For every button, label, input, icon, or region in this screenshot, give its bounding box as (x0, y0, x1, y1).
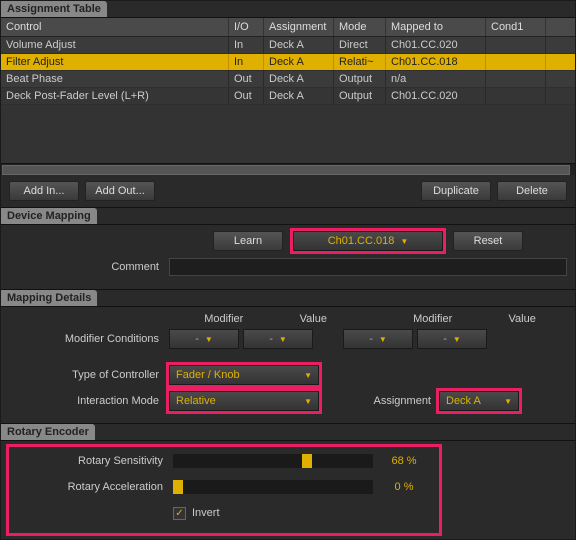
assignment-table-header: Assignment Table (1, 1, 107, 17)
assignment-table: Control I/O Assignment Mode Mapped to Co… (1, 18, 575, 175)
table-empty-area (1, 105, 575, 163)
cell-assignment: Deck A (264, 88, 334, 104)
duplicate-button[interactable]: Duplicate (421, 181, 491, 201)
cell-io: In (229, 37, 264, 53)
cell-control: Filter Adjust (1, 54, 229, 70)
cell-mapped_to: n/a (386, 71, 486, 87)
chevron-down-icon: ▼ (205, 335, 213, 344)
table-row[interactable]: Beat PhaseOutDeck AOutputn/a (1, 71, 575, 88)
cell-io: In (229, 54, 264, 70)
midi-mapping-value: Ch01.CC.018 (328, 235, 395, 247)
cell-cond1 (486, 71, 546, 87)
col-value-1: Value (269, 313, 359, 325)
cell-cond1 (486, 88, 546, 104)
slider-thumb[interactable] (302, 454, 312, 468)
cell-assignment: Deck A (264, 54, 334, 70)
slider-thumb[interactable] (173, 480, 183, 494)
cell-mapped_to: Ch01.CC.018 (386, 54, 486, 70)
modifier-conditions-label: Modifier Conditions (9, 333, 169, 345)
learn-button[interactable]: Learn (213, 231, 283, 251)
cell-mapped_to: Ch01.CC.020 (386, 88, 486, 104)
reset-button[interactable]: Reset (453, 231, 523, 251)
midi-mapping-dropdown[interactable]: Ch01.CC.018 ▼ (293, 231, 443, 251)
col-io[interactable]: I/O (229, 18, 264, 36)
col-modifier-2: Modifier (388, 313, 478, 325)
chevron-down-icon: ▼ (453, 335, 461, 344)
cell-mode: Direct (334, 37, 386, 53)
rotary-acceleration-slider[interactable] (173, 480, 373, 494)
assignment-label: Assignment (359, 395, 439, 407)
scrollbar-thumb[interactable] (2, 165, 570, 175)
comment-input[interactable] (169, 258, 567, 276)
table-row[interactable]: Deck Post-Fader Level (L+R)OutDeck AOutp… (1, 88, 575, 105)
chevron-down-icon: ▼ (279, 335, 287, 344)
modifier2-dropdown[interactable]: -▼ (343, 329, 413, 349)
cell-cond1 (486, 37, 546, 53)
cell-mapped_to: Ch01.CC.020 (386, 37, 486, 53)
cell-io: Out (229, 88, 264, 104)
assignment-dropdown[interactable]: Deck A▼ (439, 391, 519, 411)
cell-mode: Relati~ (334, 54, 386, 70)
horizontal-scrollbar[interactable] (1, 163, 575, 175)
col-control[interactable]: Control (1, 18, 229, 36)
chevron-down-icon: ▼ (304, 371, 312, 380)
rotary-encoder-header: Rotary Encoder (1, 424, 95, 440)
rotary-acceleration-label: Rotary Acceleration (13, 481, 173, 493)
cell-mode: Output (334, 88, 386, 104)
col-assignment[interactable]: Assignment (264, 18, 334, 36)
col-value-2: Value (477, 313, 567, 325)
value2-dropdown[interactable]: -▼ (417, 329, 487, 349)
type-of-controller-label: Type of Controller (9, 369, 169, 381)
comment-label: Comment (9, 261, 169, 273)
rotary-sensitivity-label: Rotary Sensitivity (13, 455, 173, 467)
rotary-acceleration-value: 0 % (379, 480, 429, 494)
cell-cond1 (486, 54, 546, 70)
value1-dropdown[interactable]: -▼ (243, 329, 313, 349)
interaction-mode-dropdown[interactable]: Relative▼ (169, 391, 319, 411)
table-header-row: Control I/O Assignment Mode Mapped to Co… (1, 18, 575, 37)
cell-assignment: Deck A (264, 37, 334, 53)
type-of-controller-dropdown[interactable]: Fader / Knob▼ (169, 365, 319, 385)
table-row[interactable]: Filter AdjustInDeck ARelati~Ch01.CC.018 (1, 54, 575, 71)
invert-checkbox[interactable]: ✓ (173, 507, 186, 520)
invert-label: Invert (192, 507, 220, 519)
chevron-down-icon: ▼ (504, 397, 512, 406)
cell-control: Volume Adjust (1, 37, 229, 53)
delete-button[interactable]: Delete (497, 181, 567, 201)
chevron-down-icon: ▼ (400, 237, 408, 246)
cell-io: Out (229, 71, 264, 87)
cell-assignment: Deck A (264, 71, 334, 87)
add-in-button[interactable]: Add In... (9, 181, 79, 201)
col-modifier-1: Modifier (179, 313, 269, 325)
cell-mode: Output (334, 71, 386, 87)
col-cond1[interactable]: Cond1 (486, 18, 546, 36)
col-mapped-to[interactable]: Mapped to (386, 18, 486, 36)
rotary-sensitivity-value: 68 % (379, 454, 429, 468)
mapping-details-header: Mapping Details (1, 290, 97, 306)
device-mapping-header: Device Mapping (1, 208, 97, 224)
rotary-settings-group: Rotary Sensitivity 68 % Rotary Accelerat… (9, 447, 439, 533)
chevron-down-icon: ▼ (379, 335, 387, 344)
table-row[interactable]: Volume AdjustInDeck ADirectCh01.CC.020 (1, 37, 575, 54)
col-mode[interactable]: Mode (334, 18, 386, 36)
cell-control: Beat Phase (1, 71, 229, 87)
add-out-button[interactable]: Add Out... (85, 181, 155, 201)
cell-control: Deck Post-Fader Level (L+R) (1, 88, 229, 104)
chevron-down-icon: ▼ (304, 397, 312, 406)
interaction-mode-label: Interaction Mode (9, 395, 169, 407)
modifier1-dropdown[interactable]: -▼ (169, 329, 239, 349)
rotary-sensitivity-slider[interactable] (173, 454, 373, 468)
